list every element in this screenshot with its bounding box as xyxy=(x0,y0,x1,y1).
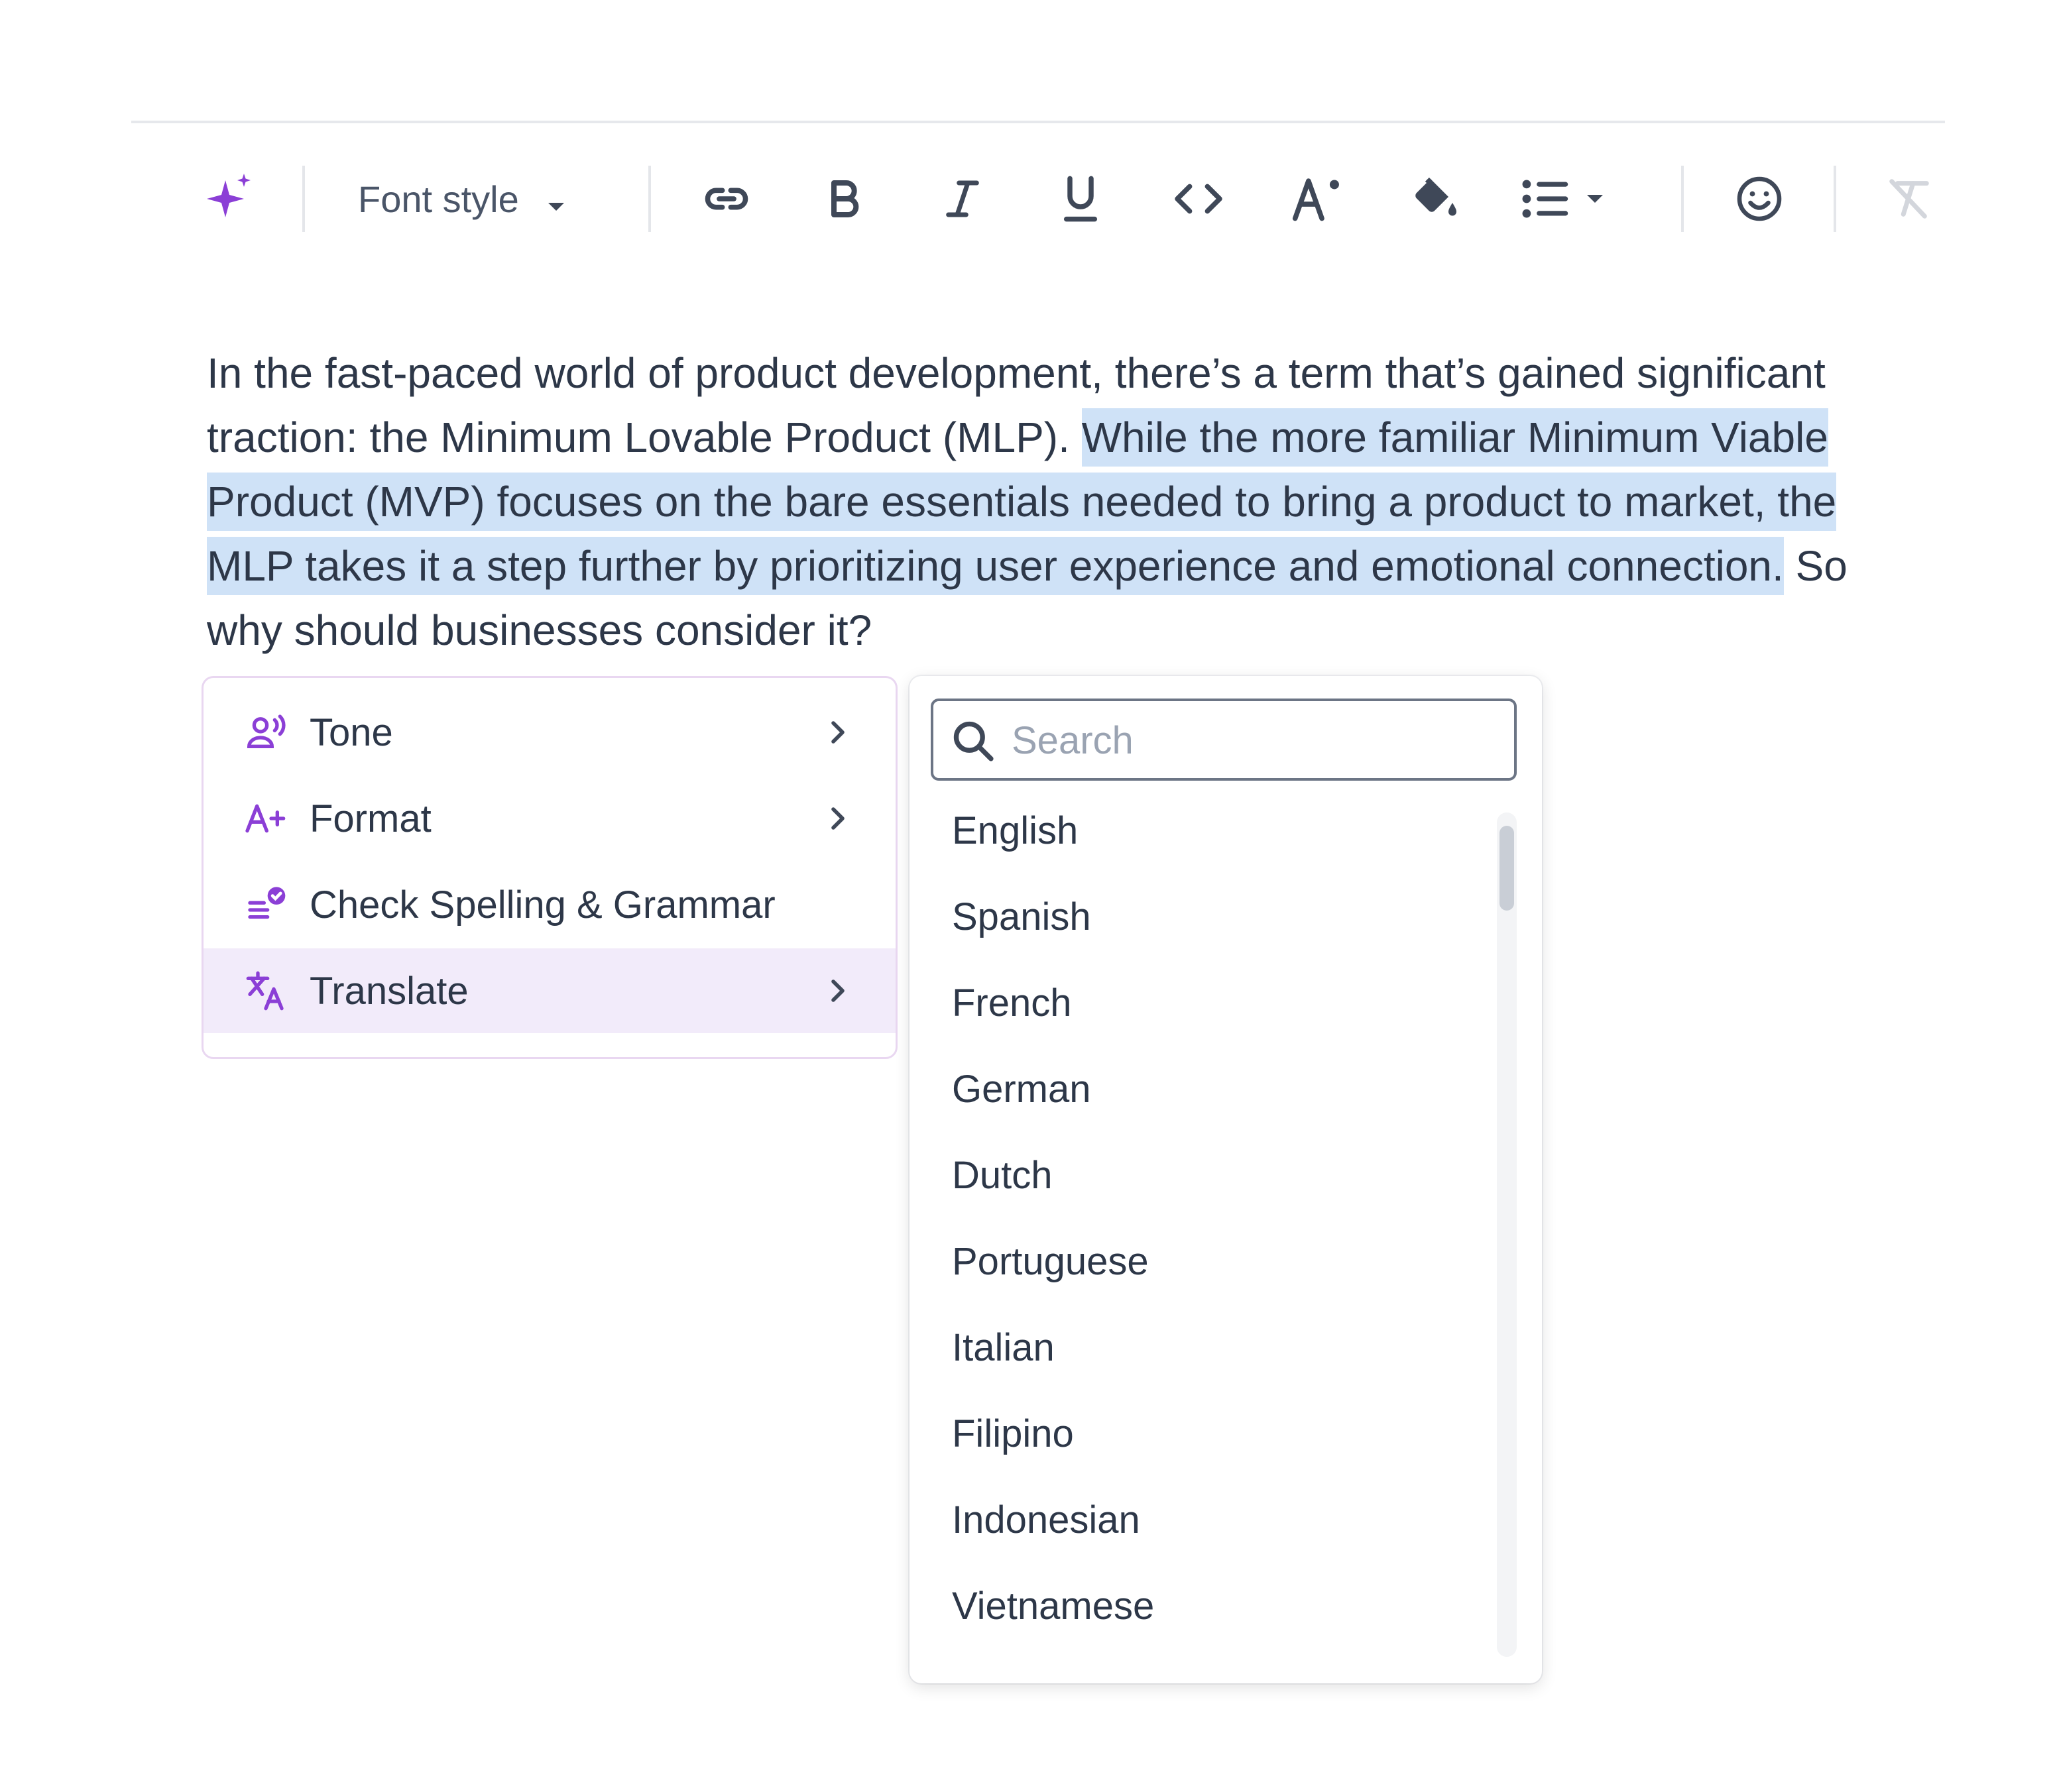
menu-item-translate[interactable]: Translate xyxy=(204,948,896,1033)
clear-format-icon[interactable] xyxy=(1883,152,1936,245)
editor-top-divider xyxy=(131,121,1945,123)
menu-item-format[interactable]: Format xyxy=(204,776,896,861)
chevron-right-icon xyxy=(824,804,851,836)
caret-down-icon xyxy=(547,178,565,221)
caret-down-icon xyxy=(1586,194,1604,204)
link-icon[interactable] xyxy=(700,152,753,245)
toolbar-separator xyxy=(1834,166,1836,232)
language-option-vietnamese[interactable]: Vietnamese xyxy=(952,1584,1154,1628)
toolbar-separator xyxy=(302,166,305,232)
menu-item-label: Format xyxy=(310,797,432,840)
chevron-right-icon xyxy=(824,718,851,750)
toolbar-separator xyxy=(1681,166,1684,232)
spellcheck-icon xyxy=(245,883,287,926)
menu-item-tone[interactable]: Tone xyxy=(204,690,896,775)
font-style-dropdown[interactable]: Font style xyxy=(358,152,565,245)
search-icon xyxy=(951,718,996,767)
bullet-list-icon xyxy=(1522,178,1570,220)
language-list-scrollbar[interactable] xyxy=(1497,812,1517,1657)
chevron-right-icon xyxy=(824,976,851,1009)
format-icon xyxy=(245,797,287,840)
font-style-label: Font style xyxy=(358,178,519,220)
menu-item-label: Check Spelling & Grammar xyxy=(310,883,776,926)
language-option-english[interactable]: English xyxy=(952,809,1078,853)
bullet-list-dropdown[interactable] xyxy=(1522,152,1628,245)
scrollbar-thumb[interactable] xyxy=(1499,826,1514,911)
italic-icon[interactable] xyxy=(936,152,989,245)
language-option-dutch[interactable]: Dutch xyxy=(952,1153,1053,1198)
language-option-indonesian[interactable]: Indonesian xyxy=(952,1498,1140,1542)
emoji-icon[interactable] xyxy=(1733,152,1786,245)
language-search[interactable] xyxy=(931,699,1517,781)
ai-actions-menu: Tone Format Check Spelling & Grammar Tra… xyxy=(202,676,898,1059)
search-input[interactable] xyxy=(1010,708,1503,773)
language-option-italian[interactable]: Italian xyxy=(952,1325,1055,1370)
translate-icon xyxy=(245,970,287,1012)
language-picker: English Spanish French German Dutch Port… xyxy=(910,676,1542,1683)
code-icon[interactable] xyxy=(1172,152,1225,245)
underline-icon[interactable] xyxy=(1054,152,1107,245)
document-paragraph[interactable]: In the fast-paced world of product devel… xyxy=(207,341,1877,663)
superscript-icon[interactable] xyxy=(1290,152,1343,245)
menu-item-spellcheck[interactable]: Check Spelling & Grammar xyxy=(204,862,896,947)
language-option-portuguese[interactable]: Portuguese xyxy=(952,1239,1149,1284)
menu-item-label: Tone xyxy=(310,710,393,754)
tone-icon xyxy=(245,711,287,754)
language-option-filipino[interactable]: Filipino xyxy=(952,1412,1074,1456)
fill-color-icon[interactable] xyxy=(1408,152,1461,245)
language-option-german[interactable]: German xyxy=(952,1067,1091,1111)
language-option-spanish[interactable]: Spanish xyxy=(952,895,1091,939)
sparkle-icon[interactable] xyxy=(203,152,256,245)
toolbar-separator xyxy=(648,166,651,232)
bold-icon[interactable] xyxy=(818,152,871,245)
editor-toolbar: Font style xyxy=(0,152,2055,245)
menu-item-label: Translate xyxy=(310,969,469,1013)
language-option-french[interactable]: French xyxy=(952,981,1072,1025)
